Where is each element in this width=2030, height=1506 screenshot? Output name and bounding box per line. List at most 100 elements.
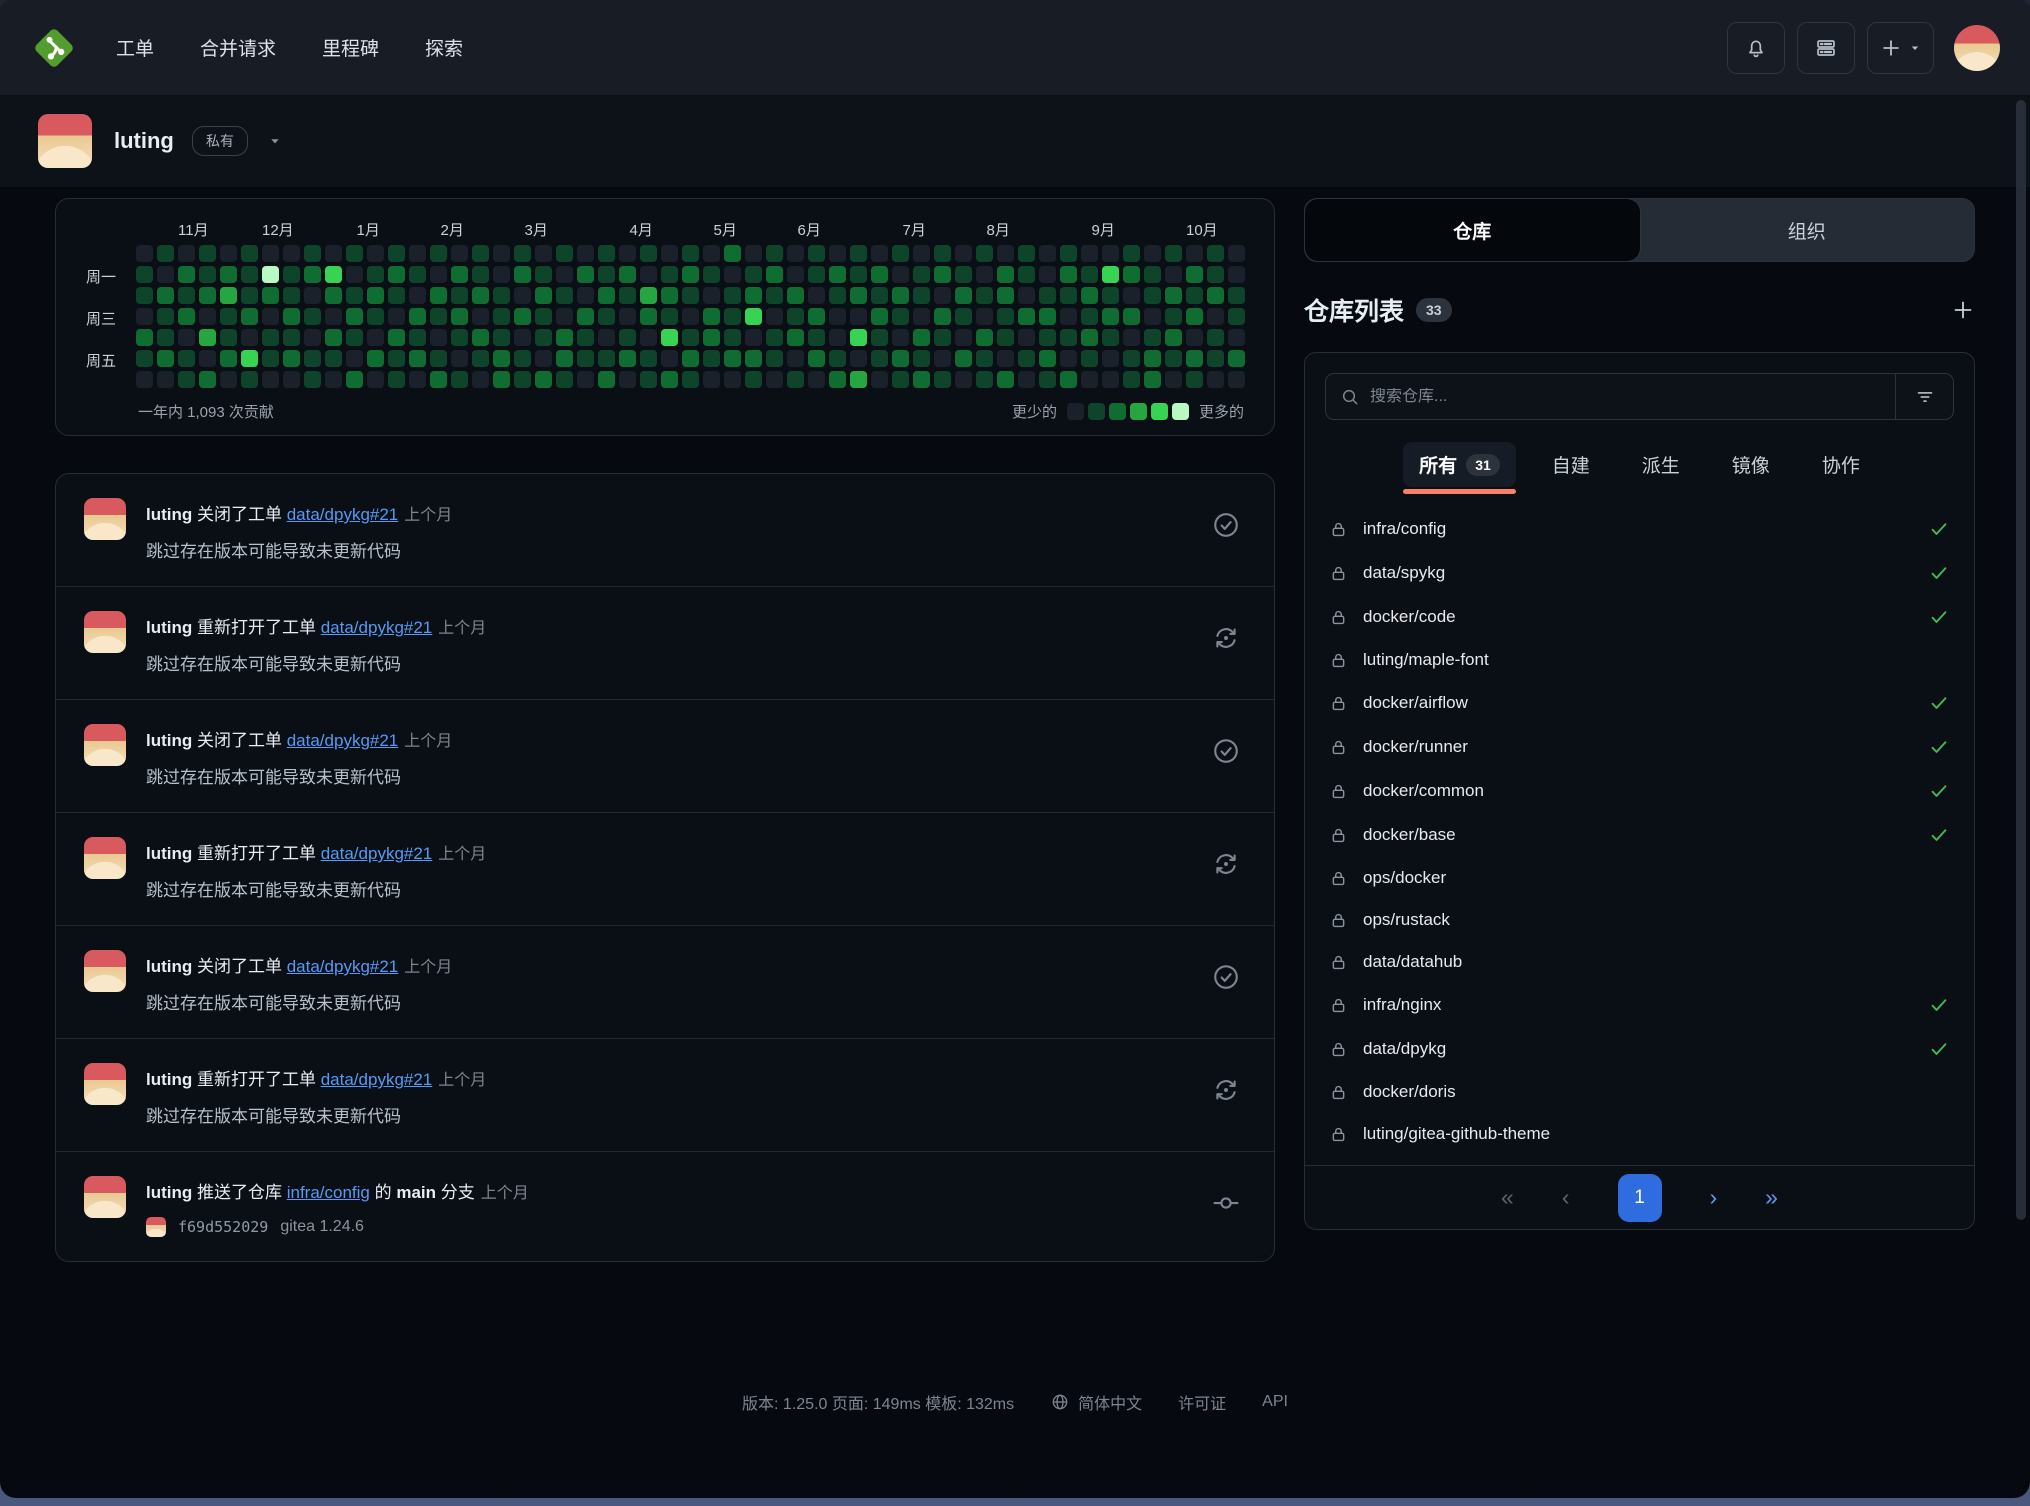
repo-name[interactable]: docker/airflow	[1363, 693, 1468, 713]
repo-name[interactable]: ops/rustack	[1363, 910, 1450, 930]
feed-avatar[interactable]	[84, 837, 126, 879]
feed-username[interactable]: luting	[146, 844, 192, 863]
filter-tab-mirrors[interactable]: 镜像	[1716, 442, 1786, 487]
heatmap-cell	[262, 287, 279, 304]
repo-list-item[interactable]: luting/gitea-github-theme	[1305, 1113, 1974, 1155]
feed-issue-link[interactable]: data/dpykg#21	[321, 844, 433, 863]
heatmap-cell	[136, 308, 153, 325]
feed-avatar[interactable]	[84, 724, 126, 766]
notifications-button[interactable]	[1727, 22, 1785, 74]
profile-dropdown-caret[interactable]	[268, 134, 282, 148]
profile-avatar[interactable]	[38, 114, 92, 168]
repo-name[interactable]: luting/maple-font	[1363, 650, 1489, 670]
add-repo-button[interactable]	[1951, 298, 1975, 322]
feed-issue-link[interactable]: data/dpykg#21	[287, 731, 399, 750]
user-avatar[interactable]	[1954, 25, 2000, 71]
repo-search-input[interactable]	[1370, 388, 1881, 406]
heatmap-week	[1060, 245, 1077, 388]
feed-issue-link[interactable]: data/dpykg#21	[287, 505, 399, 524]
feed-username[interactable]: luting	[146, 1070, 192, 1089]
tab-organizations[interactable]: 组织	[1640, 199, 1975, 261]
repo-list-item[interactable]: ops/rustack	[1305, 899, 1974, 941]
heatmap-cell	[199, 329, 216, 346]
heatmap-cell	[1123, 350, 1140, 367]
feed-username[interactable]: luting	[146, 618, 192, 637]
heatmap-cell	[1102, 245, 1119, 262]
nav-item-explore[interactable]: 探索	[425, 34, 463, 61]
license-link[interactable]: 许可证	[1178, 1390, 1226, 1414]
gitea-logo-icon[interactable]	[30, 24, 78, 72]
heatmap-cell	[850, 371, 867, 388]
commit-hash[interactable]: f69d552029	[178, 1218, 268, 1236]
filter-tab-sources[interactable]: 自建	[1536, 442, 1606, 487]
heatmap-cell	[976, 350, 993, 367]
lock-icon	[1329, 738, 1348, 757]
feed-issue-link[interactable]: data/dpykg#21	[321, 618, 433, 637]
repo-filter-button[interactable]	[1895, 374, 1953, 419]
admin-panel-button[interactable]	[1797, 22, 1855, 74]
repo-name[interactable]: docker/runner	[1363, 737, 1468, 757]
api-link[interactable]: API	[1262, 1393, 1288, 1411]
filter-tab-forks[interactable]: 派生	[1626, 442, 1696, 487]
repo-name[interactable]: data/dpykg	[1363, 1039, 1446, 1059]
feed-avatar[interactable]	[84, 1176, 126, 1218]
feed-avatar[interactable]	[84, 498, 126, 540]
feed-repo-link[interactable]: infra/config	[287, 1183, 370, 1202]
tab-repositories[interactable]: 仓库	[1305, 199, 1640, 261]
repo-list-item[interactable]: data/spykg	[1305, 551, 1974, 595]
repo-list-item[interactable]: docker/common	[1305, 769, 1974, 813]
feed-username[interactable]: luting	[146, 505, 192, 524]
repo-list-item[interactable]: infra/nginx	[1305, 983, 1974, 1027]
filter-tab-collaborative[interactable]: 协作	[1806, 442, 1876, 487]
feed-avatar[interactable]	[84, 950, 126, 992]
heatmap-cell	[766, 329, 783, 346]
repo-name[interactable]: infra/config	[1363, 519, 1446, 539]
feed-username[interactable]: luting	[146, 957, 192, 976]
repo-name[interactable]: luting/gitea-github-theme	[1363, 1124, 1550, 1144]
page-1[interactable]: 1	[1618, 1174, 1662, 1222]
repo-list-item[interactable]: docker/code	[1305, 595, 1974, 639]
feed-avatar[interactable]	[84, 1063, 126, 1105]
repo-name[interactable]: data/spykg	[1363, 563, 1445, 583]
heatmap-cell	[1081, 371, 1098, 388]
heatmap-week	[913, 245, 930, 388]
next-page[interactable]: ›	[1710, 1186, 1718, 1209]
filter-tab-all[interactable]: 所有31	[1403, 442, 1516, 487]
scrollbar[interactable]	[2016, 100, 2026, 1220]
repo-list-item[interactable]: luting/maple-font	[1305, 639, 1974, 681]
repo-name[interactable]: ops/docker	[1363, 868, 1446, 888]
heatmap-cell	[577, 371, 594, 388]
heatmap-cell	[388, 266, 405, 283]
language-selector[interactable]: 简体中文	[1050, 1390, 1142, 1414]
repo-list-item[interactable]: data/datahub	[1305, 941, 1974, 983]
feed-avatar[interactable]	[84, 611, 126, 653]
heatmap-cell	[157, 245, 174, 262]
create-new-button[interactable]	[1867, 22, 1934, 74]
feed-issue-link[interactable]: data/dpykg#21	[287, 957, 399, 976]
repo-name[interactable]: docker/common	[1363, 781, 1484, 801]
feed-issue-link[interactable]: data/dpykg#21	[321, 1070, 433, 1089]
repo-list-item[interactable]: docker/base	[1305, 813, 1974, 857]
repo-list-item[interactable]: docker/runner	[1305, 725, 1974, 769]
nav-item-pull-requests[interactable]: 合并请求	[200, 34, 276, 61]
heatmap-cell	[745, 287, 762, 304]
repo-name[interactable]: docker/code	[1363, 607, 1456, 627]
last-page[interactable]: »	[1765, 1186, 1778, 1209]
repo-list-item[interactable]: infra/config	[1305, 507, 1974, 551]
heatmap-cell	[178, 245, 195, 262]
repo-name[interactable]: infra/nginx	[1363, 995, 1441, 1015]
repo-list-item[interactable]: docker/airflow	[1305, 681, 1974, 725]
repo-list-item[interactable]: ops/docker	[1305, 857, 1974, 899]
nav-item-issues[interactable]: 工单	[116, 34, 154, 61]
repo-name[interactable]: data/datahub	[1363, 952, 1462, 972]
heatmap-cell	[1207, 371, 1224, 388]
feed-username[interactable]: luting	[146, 1183, 192, 1202]
repo-name[interactable]: docker/base	[1363, 825, 1456, 845]
nav-item-milestones[interactable]: 里程碑	[322, 34, 379, 61]
repo-list-item[interactable]: data/dpykg	[1305, 1027, 1974, 1071]
heatmap-cell	[367, 329, 384, 346]
feed-username[interactable]: luting	[146, 731, 192, 750]
heatmap-week	[283, 245, 300, 388]
repo-name[interactable]: docker/doris	[1363, 1082, 1456, 1102]
repo-list-item[interactable]: docker/doris	[1305, 1071, 1974, 1113]
